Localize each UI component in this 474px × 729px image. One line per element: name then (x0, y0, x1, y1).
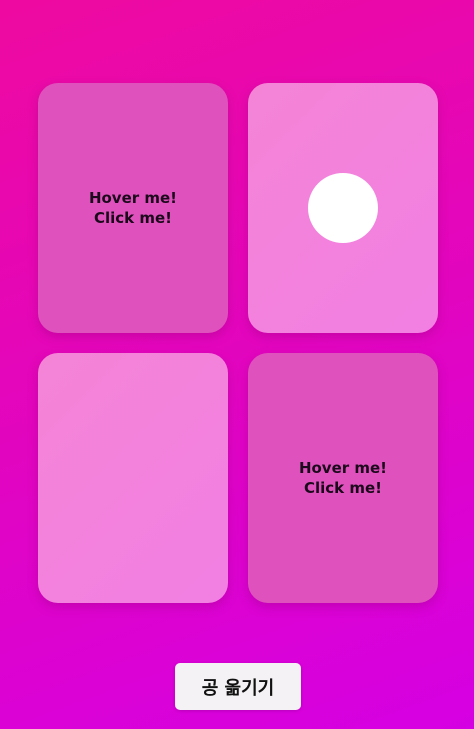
card-1-click-text: Click me! (93, 209, 172, 227)
card-2[interactable] (248, 83, 438, 333)
card-1-hover-text: Hover me! (88, 189, 178, 207)
card-4-label: Hover me! Click me! (299, 458, 387, 498)
card-3[interactable] (38, 353, 228, 603)
card-4[interactable]: Hover me! Click me! (248, 353, 438, 603)
card-4-hover-text: Hover me! (298, 459, 388, 477)
move-ball-button[interactable]: 공 옮기기 (175, 663, 301, 710)
card-1-label: Hover me! Click me! (89, 188, 177, 228)
ball (308, 173, 378, 243)
card-4-click-text: Click me! (303, 479, 382, 497)
card-1[interactable]: Hover me! Click me! (38, 83, 228, 333)
